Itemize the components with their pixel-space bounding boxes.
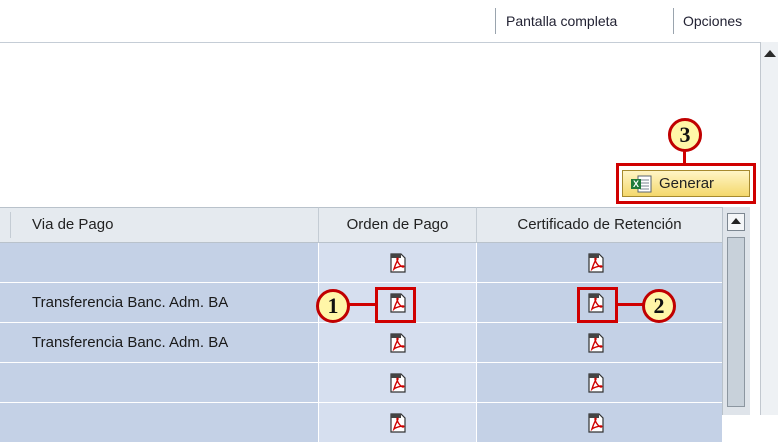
pdf-icon[interactable] bbox=[389, 253, 407, 273]
cell-orden-pago bbox=[318, 323, 476, 363]
generate-label: Generar bbox=[659, 175, 715, 192]
cell-via-pago: Transferencia Banc. Adm. BA bbox=[0, 323, 318, 363]
cell-certificado bbox=[476, 323, 722, 363]
page-scrollbar[interactable] bbox=[760, 42, 778, 415]
pdf-icon[interactable] bbox=[587, 373, 605, 393]
column-header-via-pago[interactable]: Via de Pago bbox=[0, 207, 318, 243]
column-header-label: Certificado de Retención bbox=[517, 216, 682, 233]
svg-text:X: X bbox=[633, 179, 639, 189]
cell-orden-pago bbox=[318, 243, 476, 283]
table-row[interactable] bbox=[0, 403, 722, 443]
column-header-label: Via de Pago bbox=[32, 216, 114, 233]
toolbar-separator bbox=[673, 8, 674, 34]
cell-certificado bbox=[476, 363, 722, 403]
table-row[interactable] bbox=[0, 363, 722, 403]
cell-via-pago bbox=[0, 403, 318, 443]
pdf-icon[interactable] bbox=[389, 333, 407, 353]
excel-export-icon: X bbox=[631, 175, 653, 193]
highlight-box-orden-pdf bbox=[375, 287, 416, 323]
table-scrollbar[interactable] bbox=[722, 207, 750, 415]
pdf-icon[interactable] bbox=[587, 253, 605, 273]
payments-table: Via de Pago Orden de Pago Certificado de… bbox=[0, 207, 750, 443]
callout-3: 3 bbox=[668, 118, 702, 152]
scroll-thumb[interactable] bbox=[727, 237, 745, 407]
callout-1: 1 bbox=[316, 289, 350, 323]
pdf-icon[interactable] bbox=[389, 373, 407, 393]
top-toolbar: Pantalla completa Opciones bbox=[0, 0, 760, 43]
column-header-certificado[interactable]: Certificado de Retención bbox=[476, 207, 722, 243]
toolbar-separator bbox=[495, 8, 496, 34]
generate-button[interactable]: X Generar bbox=[622, 170, 750, 197]
pdf-icon[interactable] bbox=[587, 413, 605, 433]
table-row[interactable] bbox=[0, 243, 722, 283]
cell-orden-pago bbox=[318, 403, 476, 443]
highlight-box-cert-pdf bbox=[577, 287, 618, 323]
callout-connector bbox=[617, 303, 643, 306]
scroll-up-icon[interactable] bbox=[764, 50, 776, 57]
cell-via-pago bbox=[0, 363, 318, 403]
pdf-icon[interactable] bbox=[587, 333, 605, 353]
scroll-up-button[interactable] bbox=[727, 213, 745, 231]
callout-2: 2 bbox=[642, 289, 676, 323]
table-row[interactable]: Transferencia Banc. Adm. BA bbox=[0, 323, 722, 363]
callout-connector bbox=[348, 303, 376, 306]
cell-via-pago: Transferencia Banc. Adm. BA bbox=[0, 283, 318, 323]
cell-certificado bbox=[476, 403, 722, 443]
cell-certificado bbox=[476, 243, 722, 283]
cell-via-pago bbox=[0, 243, 318, 283]
column-divider bbox=[10, 212, 11, 238]
column-header-label: Orden de Pago bbox=[346, 216, 449, 233]
cell-orden-pago bbox=[318, 363, 476, 403]
column-header-orden-pago[interactable]: Orden de Pago bbox=[318, 207, 476, 243]
via-pago-text: Transferencia Banc. Adm. BA bbox=[32, 294, 229, 311]
via-pago-text: Transferencia Banc. Adm. BA bbox=[32, 334, 229, 351]
options-button[interactable]: Opciones bbox=[677, 10, 748, 32]
pdf-icon[interactable] bbox=[389, 413, 407, 433]
fullscreen-button[interactable]: Pantalla completa bbox=[500, 10, 623, 32]
